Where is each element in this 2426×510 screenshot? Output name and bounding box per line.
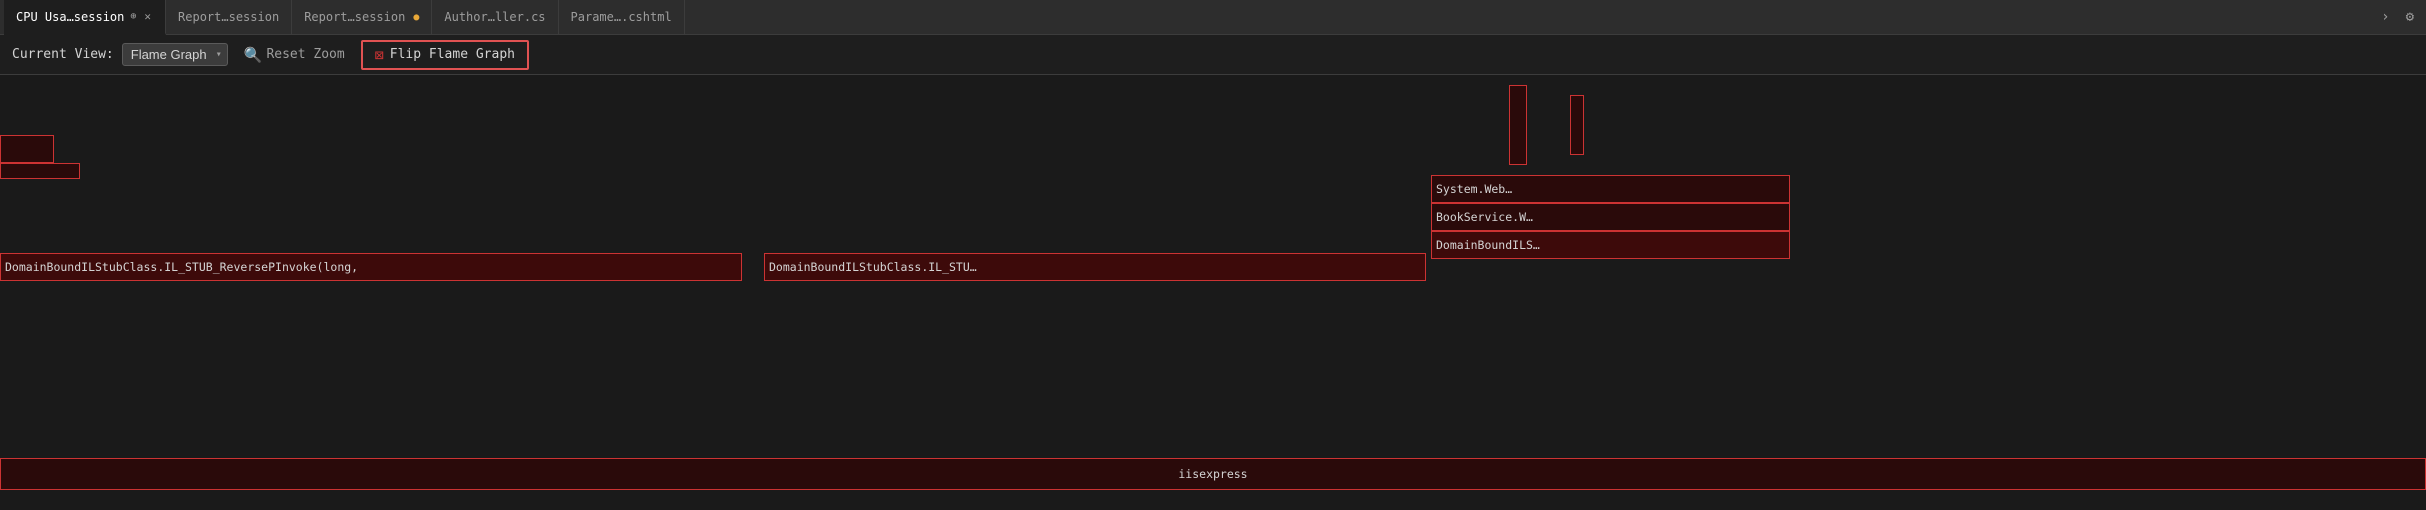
flip-flame-graph-button[interactable]: ⊠ Flip Flame Graph <box>361 40 529 70</box>
tab-cpu-session[interactable]: CPU Usa…session ⊕ ✕ <box>4 0 166 35</box>
flame-bar[interactable]: DomainBoundILStubClass.IL_STU… <box>764 253 1426 281</box>
view-select[interactable]: Flame Graph <box>122 43 228 66</box>
tab-overflow-button[interactable]: › <box>2373 9 2397 25</box>
flame-bar[interactable]: DomainBoundILStubClass.IL_STUB_ReversePI… <box>0 253 742 281</box>
flame-bar[interactable]: DomainBoundILS… <box>1431 231 1790 259</box>
reset-zoom-label: Reset Zoom <box>266 47 344 62</box>
flame-bar[interactable]: BookService.W… <box>1431 203 1790 231</box>
tab-label: CPU Usa…session <box>16 10 124 24</box>
overflow-icon: › <box>2381 9 2389 25</box>
flame-bar[interactable]: iisexpress <box>0 458 2426 490</box>
tab-label: Parame….cshtml <box>571 10 672 24</box>
tab-label: Author…ller.cs <box>444 10 545 24</box>
flame-bar[interactable] <box>1509 85 1527 165</box>
current-view-label: Current View: <box>12 47 114 62</box>
pin-icon[interactable]: ⊕ <box>130 11 136 22</box>
flip-flame-graph-label: Flip Flame Graph <box>390 47 515 62</box>
tab-settings-button[interactable]: ⚙ <box>2398 9 2422 25</box>
flame-graph-area: System.Web…BookService.W…DomainBoundILSt… <box>0 75 2426 510</box>
close-icon[interactable]: ✕ <box>142 8 153 25</box>
reset-zoom-button[interactable]: 🔍 Reset Zoom <box>236 42 353 68</box>
flame-bar[interactable] <box>1570 95 1584 155</box>
gear-icon: ⚙ <box>2406 9 2414 25</box>
tab-bar: CPU Usa…session ⊕ ✕ Report…session Repor… <box>0 0 2426 35</box>
flip-icon: ⊠ <box>375 46 384 64</box>
tab-parame-cshtml[interactable]: Parame….cshtml <box>559 0 685 35</box>
view-select-wrapper[interactable]: Flame Graph ▾ <box>122 43 228 66</box>
tab-author-ller[interactable]: Author…ller.cs <box>432 0 558 35</box>
flame-bar[interactable] <box>0 163 80 179</box>
toolbar: Current View: Flame Graph ▾ 🔍 Reset Zoom… <box>0 35 2426 75</box>
zoom-icon: 🔍 <box>244 46 263 64</box>
tab-report2-session[interactable]: Report…session <box>292 0 432 35</box>
flame-bar[interactable] <box>0 135 54 163</box>
tab-label: Report…session <box>304 10 405 24</box>
flame-bar[interactable]: System.Web… <box>1431 175 1790 203</box>
tab-label: Report…session <box>178 10 279 24</box>
tab-report1-session[interactable]: Report…session <box>166 0 292 35</box>
